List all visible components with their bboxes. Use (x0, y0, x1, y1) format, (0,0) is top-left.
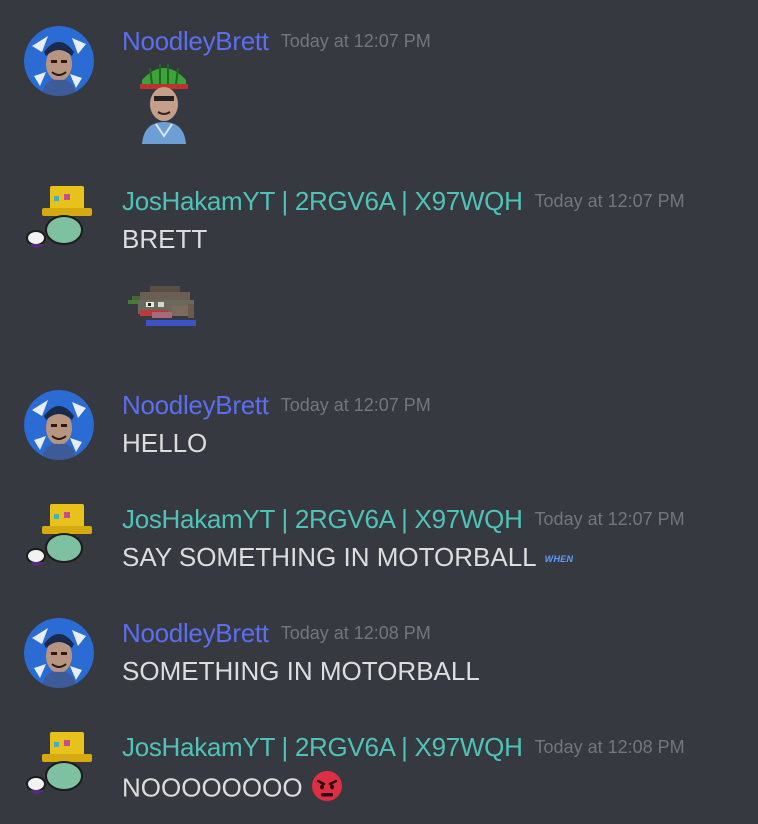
message-header: JosHakamYT | 2RGV6A | X97WQH Today at 12:… (122, 186, 685, 217)
username[interactable]: NoodleyBrett (122, 26, 269, 56)
username[interactable]: JosHakamYT | 2RGV6A | X97WQH (122, 504, 523, 534)
avatar-joshakamyt[interactable] (24, 186, 94, 256)
avatar-noodleybrett[interactable] (24, 26, 94, 96)
message-header: JosHakamYT | 2RGV6A | X97WQH Today at 12:… (122, 504, 685, 535)
pepe-brett-helmet-emoji[interactable] (136, 60, 192, 149)
chat-message-list: NoodleyBrett Today at 12:07 PM JosHakamY… (0, 0, 758, 824)
timestamp[interactable]: Today at 12:08 PM (535, 737, 685, 757)
message-header: NoodleyBrett Today at 12:08 PM (122, 618, 431, 649)
when-emote[interactable]: WHEN (545, 554, 574, 564)
message-header: NoodleyBrett Today at 12:07 PM (122, 390, 431, 421)
timestamp[interactable]: Today at 12:07 PM (535, 191, 685, 211)
pixel-frog-emoji[interactable] (122, 286, 202, 339)
message-text: NOOOOOOOO (122, 772, 303, 803)
avatar-joshakamyt[interactable] (24, 732, 94, 802)
message-text: SOMETHING IN MOTORBALL (122, 656, 480, 686)
message-header: NoodleyBrett Today at 12:07 PM (122, 26, 431, 57)
message-row: SAY SOMETHING IN MOTORBALL WHEN (122, 542, 573, 573)
angry-face-emoji[interactable] (311, 770, 343, 809)
timestamp[interactable]: Today at 12:07 PM (281, 395, 431, 415)
message-header: JosHakamYT | 2RGV6A | X97WQH Today at 12:… (122, 732, 685, 763)
message-row: NOOOOOOOO (122, 770, 343, 809)
timestamp[interactable]: Today at 12:08 PM (281, 623, 431, 643)
message-text: BRETT (122, 224, 208, 254)
avatar-joshakamyt[interactable] (24, 504, 94, 574)
username[interactable]: NoodleyBrett (122, 390, 269, 420)
avatar-noodleybrett[interactable] (24, 390, 94, 460)
message-text: HELLO (122, 428, 208, 458)
username[interactable]: NoodleyBrett (122, 618, 269, 648)
username[interactable]: JosHakamYT | 2RGV6A | X97WQH (122, 732, 523, 762)
timestamp[interactable]: Today at 12:07 PM (281, 31, 431, 51)
avatar-noodleybrett[interactable] (24, 618, 94, 688)
timestamp[interactable]: Today at 12:07 PM (535, 509, 685, 529)
message-text: SAY SOMETHING IN MOTORBALL (122, 542, 537, 572)
username[interactable]: JosHakamYT | 2RGV6A | X97WQH (122, 186, 523, 216)
